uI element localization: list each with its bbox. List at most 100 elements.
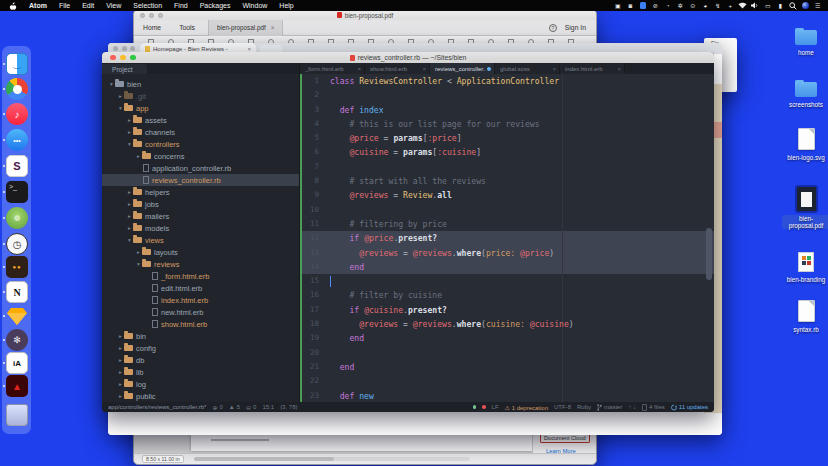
acrobat-title-bar[interactable]: bien-proposal.pdf <box>134 10 596 20</box>
acrobat-window-controls[interactable] <box>140 13 163 18</box>
close-tab-icon[interactable]: × <box>617 66 621 72</box>
tree-item-models[interactable]: ▸models <box>102 222 299 234</box>
dock-item-clock-app[interactable]: ◷ <box>6 233 28 255</box>
dock-item-trash[interactable] <box>6 404 28 426</box>
editor-tab-index-html-erb[interactable]: index.html.erb× <box>560 63 625 74</box>
camera-icon[interactable]: ▣ <box>612 0 625 11</box>
search-icon[interactable] <box>787 0 800 11</box>
tree-item-layouts[interactable]: ▸layouts <box>102 246 299 258</box>
atom-title-bar[interactable]: reviews_controller.rb — ~/Sites/bien <box>102 52 714 63</box>
status-line-ending[interactable]: LF <box>492 404 499 410</box>
project-tab[interactable]: Project <box>102 64 147 74</box>
notification-icon[interactable]: ◕ <box>699 0 712 11</box>
dock-item-face-app[interactable]: ●● <box>6 256 28 278</box>
circle-icon[interactable]: ⊙ <box>687 0 700 11</box>
status-grammar[interactable]: Ruby <box>577 404 591 410</box>
tab-tools[interactable]: Tools <box>170 24 204 31</box>
help-icon[interactable]: ? <box>549 24 557 32</box>
tree-item-helpers[interactable]: ▸helpers <box>102 186 299 198</box>
menu-list-icon[interactable]: ☰ <box>812 0 825 11</box>
tree-item-public[interactable]: ▸public <box>102 390 299 402</box>
tree-item-edit-html-erb[interactable]: edit.html.erb <box>102 282 299 294</box>
dock-item-terminal[interactable]: >_ <box>6 181 28 203</box>
status-cursor-position[interactable]: 15:1 <box>262 404 274 410</box>
dock-item-acrobat[interactable]: ▲ <box>6 375 28 397</box>
dock-item-reel-app[interactable]: ✻ <box>6 329 28 351</box>
tree-item-db[interactable]: ▸db <box>102 354 299 366</box>
tree-item-jobs[interactable]: ▸jobs <box>102 198 299 210</box>
menu-item-help[interactable]: Help <box>273 2 299 9</box>
shield-icon[interactable]: ◙ <box>624 0 637 11</box>
dock-item-chrome[interactable] <box>6 78 28 100</box>
atom-window-controls[interactable] <box>110 55 136 61</box>
slash-circle-icon[interactable]: ⊘ <box>649 0 662 11</box>
tree-item-index-html-erb[interactable]: index.html.erb <box>102 294 299 306</box>
plus-icon[interactable]: + <box>724 0 737 11</box>
battery-icon[interactable]: ▮ <box>774 0 787 11</box>
sign-in-button[interactable]: Sign In <box>565 24 586 31</box>
tree-item-bin[interactable]: ▸bin <box>102 330 299 342</box>
tree-item-lib[interactable]: ▸lib <box>102 366 299 378</box>
tree-item-new-html-erb[interactable]: new.html.erb <box>102 306 299 318</box>
tree-item-log[interactable]: ▸log <box>102 378 299 390</box>
dropbox-icon[interactable] <box>637 0 650 11</box>
desktop-icon-bien-logo-svg[interactable]: bien-logo.svg <box>776 126 828 161</box>
dock-item-messages[interactable]: ••• <box>6 129 28 151</box>
menu-item-find[interactable]: Find <box>168 2 194 9</box>
chrome-tab-close-icon[interactable]: × <box>247 46 251 52</box>
desktop-icon-screenshots[interactable]: screenshots <box>776 77 828 108</box>
editor-tab-show-html-erb[interactable]: show.html.erb× <box>365 63 430 74</box>
dock-item-sketch[interactable] <box>6 305 28 327</box>
clock-icon[interactable]: ◔ <box>662 0 675 11</box>
menu-item-edit[interactable]: Edit <box>76 2 100 9</box>
status-deprecations[interactable]: ⚠ 1 deprecation <box>505 404 548 411</box>
desktop-icon-home[interactable]: home <box>776 25 828 56</box>
menu-item-atom[interactable]: Atom <box>23 2 53 9</box>
tree-item--form-html-erb[interactable]: _form.html.erb <box>102 270 299 282</box>
bolt-icon[interactable]: ↯ <box>712 0 725 11</box>
tree-item-show-html-erb[interactable]: show.html.erb <box>102 318 299 330</box>
desktop-icon-bien-proposal-pdf[interactable]: bien-proposal.pdf <box>776 185 828 229</box>
menu-item-file[interactable]: File <box>53 2 76 9</box>
siri-icon[interactable] <box>799 0 812 11</box>
acrobat-document-tab[interactable]: bien-proposal.pdf × <box>208 20 283 36</box>
menu-item-window[interactable]: Window <box>236 2 273 9</box>
apple-menu-icon[interactable] <box>0 1 23 10</box>
tree-item-reviews-controller-rb[interactable]: reviews_controller.rb <box>102 174 299 186</box>
close-tab-icon[interactable]: × <box>422 66 426 72</box>
tree-item-controllers[interactable]: ▾controllers <box>102 138 299 150</box>
tree-item-bien[interactable]: ▾bien <box>102 78 299 90</box>
tree-item-assets[interactable]: ▸assets <box>102 114 299 126</box>
menu-item-packages[interactable]: Packages <box>194 2 237 9</box>
dock-item-finder[interactable]: ‿ <box>6 53 28 75</box>
horizontal-scrollbar[interactable] <box>194 457 470 461</box>
chrome-window-controls[interactable] <box>113 46 135 51</box>
gear-icon[interactable]: ✲ <box>674 0 687 11</box>
tree-item-mailers[interactable]: ▸mailers <box>102 210 299 222</box>
dock-item-green-app[interactable]: ❁ <box>6 207 28 229</box>
status-git-branch[interactable]: master <box>597 404 622 411</box>
editor-tab--form-html-erb[interactable]: _form.html.erb× <box>300 63 365 74</box>
editor-tab-reviews-controller-rb[interactable]: reviews_controller.rb <box>430 63 495 74</box>
tree-item-concerns[interactable]: ▸concerns <box>102 150 299 162</box>
wifi-icon[interactable] <box>737 0 750 11</box>
desktop-icon-syntax-rb[interactable]: syntax.rb <box>776 298 828 333</box>
close-tab-icon[interactable]: × <box>357 66 361 72</box>
tree-item-config[interactable]: ▸config <box>102 342 299 354</box>
close-tab-icon[interactable]: × <box>271 24 275 31</box>
editor-scrollbar[interactable] <box>706 228 712 280</box>
tree-item-views[interactable]: ▾views <box>102 234 299 246</box>
dock-item-slack[interactable]: S <box>6 155 28 177</box>
tree-item--git[interactable]: ▸.git <box>102 90 299 102</box>
desktop-icon-bien-branding[interactable]: bien-branding <box>776 250 828 283</box>
tab-home[interactable]: Home <box>134 24 170 31</box>
volume-icon[interactable] <box>749 0 762 11</box>
code-editor[interactable]: 1234567891011121314151617181920212223 cl… <box>300 74 714 402</box>
tree-item-reviews[interactable]: ▾reviews <box>102 258 299 270</box>
dock-item-ia-writer[interactable]: iA <box>6 352 28 374</box>
tree-item-channels[interactable]: ▸channels <box>102 126 299 138</box>
dock-item-music[interactable]: ♪ <box>6 103 28 125</box>
display-icon[interactable]: ▭ <box>762 0 775 11</box>
tree-item-app[interactable]: ▾app <box>102 102 299 114</box>
status-files[interactable]: 4 files <box>642 404 665 411</box>
